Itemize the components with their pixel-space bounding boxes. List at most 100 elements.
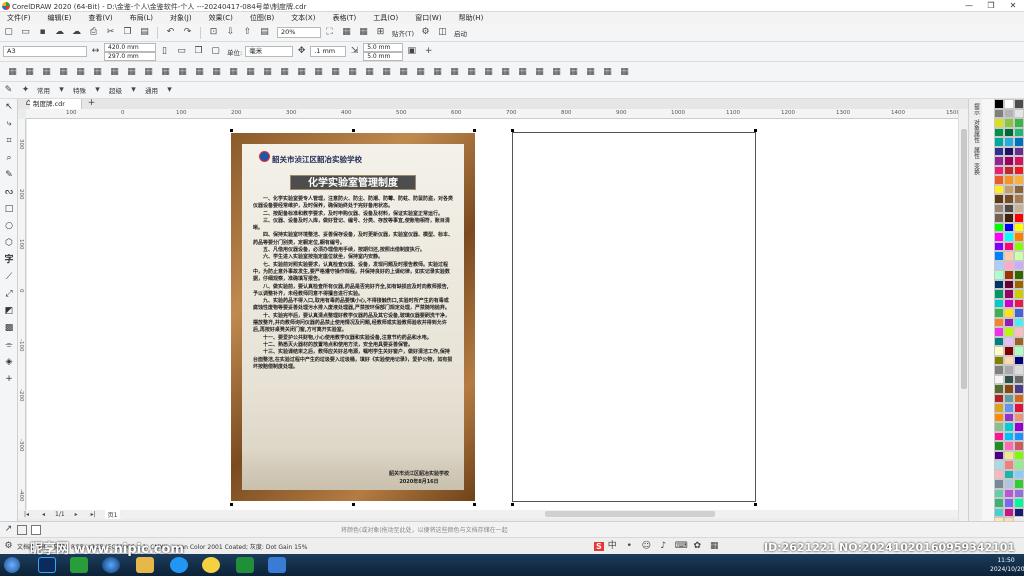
plugin-icon[interactable]: ▦ [245, 67, 256, 78]
outline-swatch[interactable] [31, 524, 41, 535]
plugin-icon[interactable]: ▦ [262, 67, 273, 78]
plugin-icon[interactable]: ▦ [160, 67, 171, 78]
palette-swatch[interactable] [1014, 165, 1024, 175]
duplicate-y-field[interactable]: 5.0 mm [363, 51, 404, 61]
palette-swatch[interactable] [1014, 279, 1024, 289]
chevron-down-icon[interactable]: ▾ [128, 85, 139, 96]
start-button-icon[interactable] [4, 557, 20, 573]
palette-swatch[interactable] [1004, 498, 1014, 508]
palette-swatch[interactable] [1004, 327, 1014, 337]
plugin-icon[interactable]: ▦ [347, 67, 358, 78]
palette-swatch[interactable] [1014, 498, 1024, 508]
palette-swatch[interactable] [1014, 222, 1024, 232]
rectangle-tool-icon[interactable]: □ [0, 201, 18, 218]
palette-swatch[interactable] [1014, 488, 1024, 498]
launch-icon[interactable]: ◫ [437, 27, 448, 38]
docker-tab-properties[interactable]: 对象属性 [971, 119, 981, 143]
plugin-icon[interactable]: ▦ [330, 67, 341, 78]
palette-swatch[interactable] [994, 289, 1004, 299]
palette-swatch[interactable] [1004, 374, 1014, 384]
palette-swatch[interactable] [1004, 298, 1014, 308]
palette-swatch[interactable] [1014, 213, 1024, 223]
launch-dropdown[interactable]: 启动 [454, 28, 467, 38]
palette-swatch[interactable] [1004, 127, 1014, 137]
palette-swatch[interactable] [994, 507, 1004, 517]
palette-swatch[interactable] [1004, 355, 1014, 365]
palette-swatch[interactable] [1004, 251, 1014, 261]
current-page-icon[interactable]: ▢ [210, 46, 221, 57]
palette-swatch[interactable] [994, 441, 1004, 451]
palette-swatch[interactable] [1014, 175, 1024, 185]
palette-swatch[interactable] [994, 317, 1004, 327]
palette-swatch[interactable] [1014, 99, 1024, 109]
palette-swatch[interactable] [1014, 355, 1024, 365]
palette-swatch[interactable] [994, 355, 1004, 365]
palette-swatch[interactable] [994, 498, 1004, 508]
palette-swatch[interactable] [1014, 441, 1024, 451]
palette-swatch[interactable] [994, 213, 1004, 223]
copy-icon[interactable]: ❐ [122, 27, 133, 38]
plugin-icon[interactable]: ▦ [7, 67, 18, 78]
format-item-common[interactable]: 常用 [37, 85, 50, 95]
menu-edit[interactable]: 编辑(E) [48, 13, 72, 23]
plugin-icon[interactable]: ▦ [143, 67, 154, 78]
import-icon[interactable]: ⇩ [225, 27, 236, 38]
poster-wood-frame[interactable]: 韶关市浈江区韶冶实验学校 化学实验室管理制度 一、化学实验室要专人管理，注意防火… [231, 133, 475, 501]
menu-help[interactable]: 帮助(H) [459, 13, 484, 23]
palette-swatch[interactable] [994, 251, 1004, 261]
palette-swatch[interactable] [1004, 279, 1014, 289]
palette-swatch[interactable] [1004, 232, 1014, 242]
palette-swatch[interactable] [994, 194, 1004, 204]
menu-window[interactable]: 窗口(W) [415, 13, 441, 23]
plugin-icon[interactable]: ▦ [194, 67, 205, 78]
menu-object[interactable]: 对象(J) [170, 13, 192, 23]
palette-swatch[interactable] [994, 270, 1004, 280]
shape-tool-icon[interactable]: ⤷ [0, 116, 18, 133]
freehand-tool-icon[interactable]: ✎ [0, 167, 18, 184]
pdf-icon[interactable]: ▤ [259, 27, 270, 38]
drop-shadow-icon[interactable]: ◩ [0, 303, 18, 320]
punctuation-icon[interactable]: • [624, 541, 635, 552]
palette-swatch[interactable] [1004, 184, 1014, 194]
plugin-icon[interactable]: ▦ [24, 67, 35, 78]
snap-to-dropdown[interactable]: 贴齐(T) [392, 28, 414, 38]
palette-swatch[interactable] [1004, 460, 1014, 470]
palette-swatch[interactable] [994, 165, 1004, 175]
plugin-icon[interactable]: ▦ [585, 67, 596, 78]
palette-swatch[interactable] [1014, 469, 1024, 479]
vertical-scrollbar[interactable] [958, 109, 968, 521]
zoom-level-field[interactable]: 20% [277, 27, 321, 38]
page-tab[interactable]: 页1 [104, 510, 121, 519]
palette-swatch[interactable] [1014, 346, 1024, 356]
palette-swatch[interactable] [1004, 137, 1014, 147]
selection-handle[interactable] [511, 503, 514, 506]
app-yellow-icon[interactable] [202, 557, 220, 573]
palette-swatch[interactable] [1004, 99, 1014, 109]
palette-swatch[interactable] [1014, 232, 1024, 242]
palette-swatch[interactable] [994, 422, 1004, 432]
fill-swatch[interactable] [17, 524, 27, 535]
menu-layout[interactable]: 布局(L) [130, 13, 153, 23]
plugin-icon[interactable]: ▦ [517, 67, 528, 78]
palette-swatch[interactable] [994, 241, 1004, 251]
palette-swatch[interactable] [1004, 175, 1014, 185]
plugin-icon[interactable]: ▦ [534, 67, 545, 78]
all-pages-icon[interactable]: ❐ [193, 46, 204, 57]
page-size-select[interactable]: A3 [3, 46, 87, 57]
palette-swatch[interactable] [994, 431, 1004, 441]
palette-swatch[interactable] [994, 469, 1004, 479]
prev-page-icon[interactable]: ◂ [38, 509, 49, 520]
palette-swatch[interactable] [1004, 393, 1014, 403]
plugin-icon[interactable]: ▦ [279, 67, 290, 78]
palette-swatch[interactable] [1014, 298, 1024, 308]
search-content-icon[interactable]: ⊡ [208, 27, 219, 38]
palette-swatch[interactable] [994, 118, 1004, 128]
palette-swatch[interactable] [994, 108, 1004, 118]
plugin-icon[interactable]: ▦ [75, 67, 86, 78]
plugin-icon[interactable]: ▦ [228, 67, 239, 78]
plugin-icon[interactable]: ▦ [432, 67, 443, 78]
keyboard-icon[interactable]: ⌨ [675, 541, 688, 552]
horizontal-ruler[interactable]: 100 0 100 200 300 400 500 600 700 800 900 1000 1100 1… [26, 109, 960, 119]
chevron-down-icon[interactable]: ▾ [164, 85, 175, 96]
plugin-icon[interactable]: ▦ [41, 67, 52, 78]
